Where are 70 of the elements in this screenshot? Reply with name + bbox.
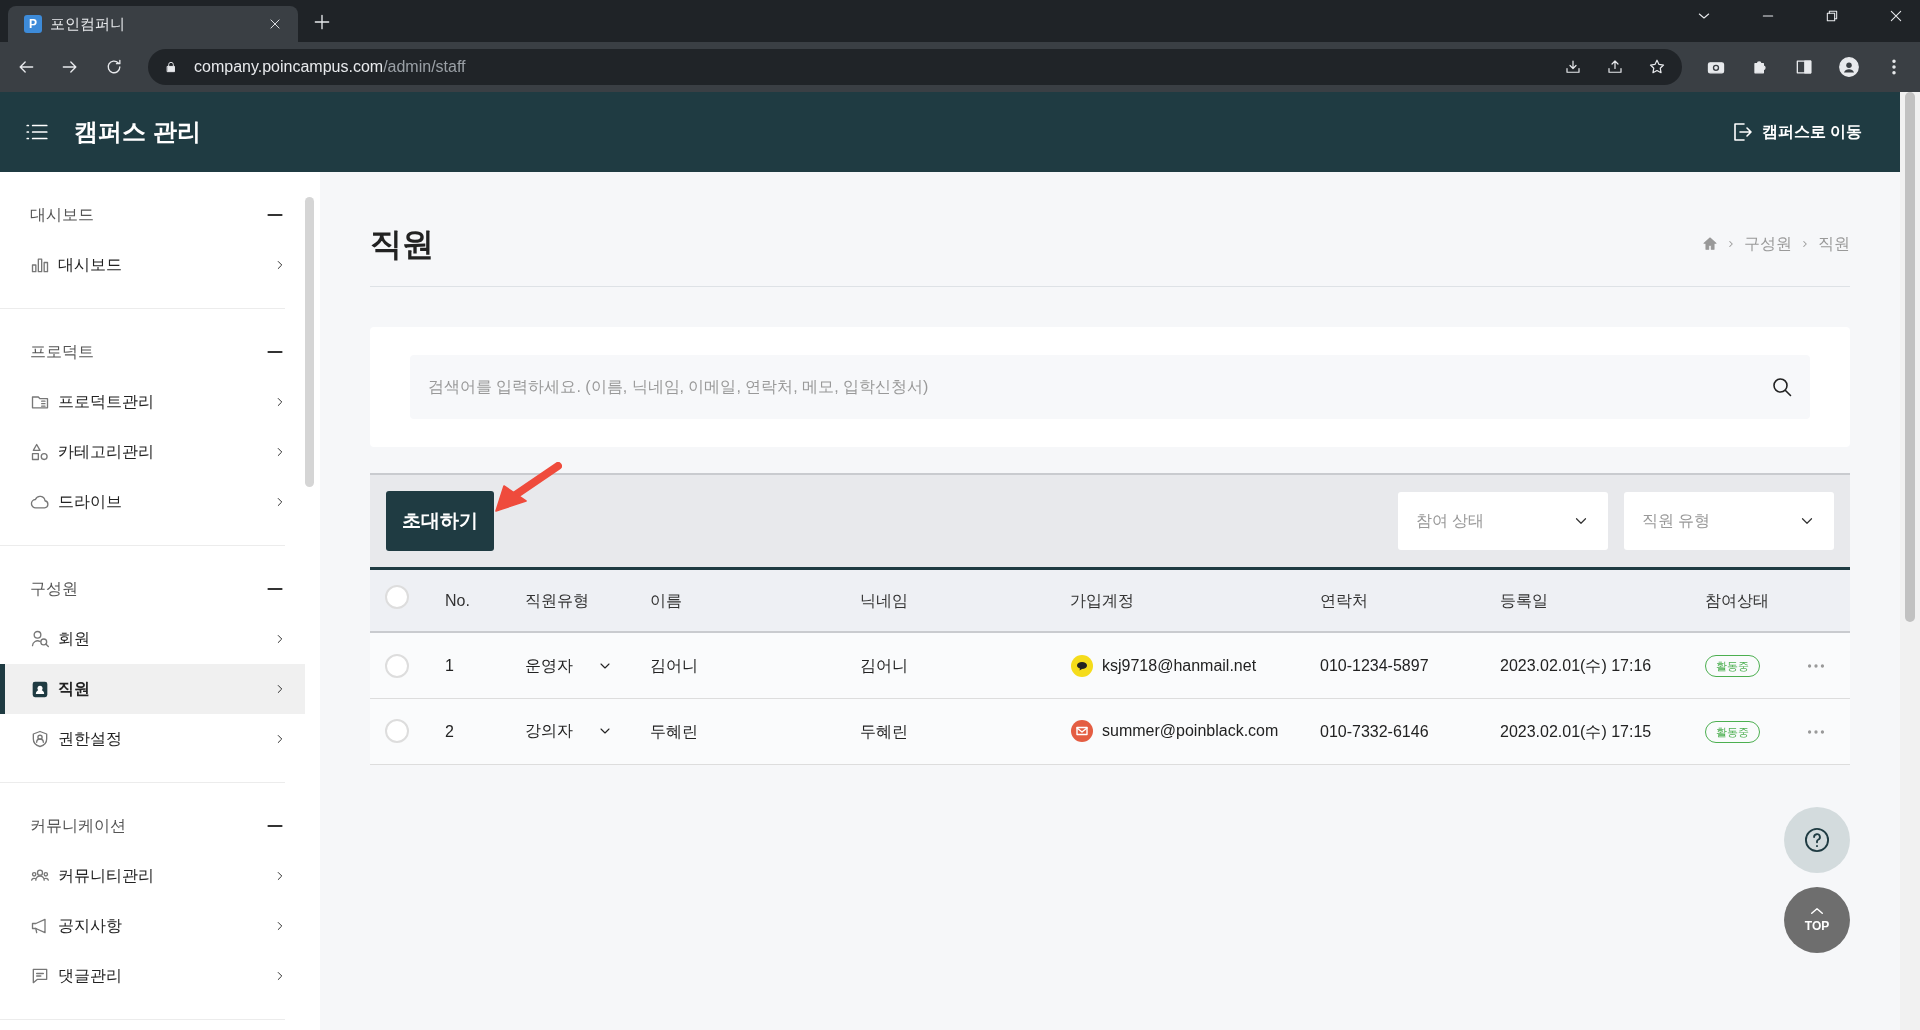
mail-icon bbox=[1070, 719, 1094, 744]
row-number: 2 bbox=[445, 722, 454, 740]
chevron-up-icon bbox=[1808, 905, 1826, 917]
scrollbar[interactable] bbox=[1905, 92, 1915, 622]
column-header: No. bbox=[445, 591, 470, 609]
favicon: P bbox=[24, 15, 42, 33]
close-icon[interactable] bbox=[1888, 8, 1904, 24]
checkbox[interactable] bbox=[385, 585, 409, 609]
checkbox[interactable] bbox=[385, 719, 409, 744]
column-header: 직원유형 bbox=[525, 591, 589, 609]
section-title: 커뮤니케이션 bbox=[30, 816, 126, 836]
column-header: 닉네임 bbox=[860, 591, 908, 609]
sidebar-item[interactable]: 회원 bbox=[0, 614, 305, 664]
row-number: 1 bbox=[445, 656, 454, 674]
column-header: 연락처 bbox=[1320, 591, 1368, 609]
column-header: 이름 bbox=[650, 591, 682, 609]
address-bar[interactable]: company.poincampus.com/admin/staff bbox=[148, 49, 1682, 85]
sidebar-item[interactable]: 대시보드 bbox=[0, 240, 305, 290]
section-title: 대시보드 bbox=[30, 205, 94, 225]
user-search-icon bbox=[30, 629, 50, 649]
sidebar-item[interactable]: 프로덕트관리 bbox=[0, 377, 305, 427]
comment-icon bbox=[30, 966, 50, 986]
sidebar-item[interactable]: 드라이브 bbox=[0, 477, 305, 527]
home-icon[interactable] bbox=[1702, 236, 1718, 252]
scrollbar[interactable] bbox=[305, 197, 314, 487]
section-title: 구성원 bbox=[30, 579, 78, 599]
chevron-right-icon bbox=[1800, 239, 1810, 249]
star-icon[interactable] bbox=[1648, 58, 1666, 76]
plus-icon[interactable] bbox=[312, 12, 332, 32]
table-cell: 010-7332-6146 bbox=[1320, 722, 1429, 740]
table-cell: 김어니 bbox=[860, 656, 908, 674]
question-icon bbox=[1803, 826, 1831, 854]
app-title: 캠퍼스 관리 bbox=[74, 117, 201, 147]
shield-icon bbox=[30, 729, 50, 749]
table-cell: 두혜린 bbox=[860, 722, 908, 740]
badge-icon bbox=[30, 679, 50, 699]
sidebar-item[interactable]: 공지사항 bbox=[0, 901, 305, 951]
profile-icon[interactable] bbox=[1838, 56, 1860, 78]
table-cell: 2023.02.01(수) 17:16 bbox=[1500, 656, 1652, 674]
close-icon[interactable] bbox=[268, 17, 282, 31]
lock-icon bbox=[164, 60, 178, 74]
share-icon[interactable] bbox=[1606, 58, 1624, 76]
table-cell-text: summer@poinblack.com bbox=[1102, 721, 1279, 742]
column-header: 가입계정 bbox=[1070, 591, 1134, 609]
restore-icon[interactable] bbox=[1824, 8, 1840, 24]
sidebar-item[interactable]: 카테고리관리 bbox=[0, 427, 305, 477]
section-title: 프로덕트 bbox=[30, 342, 94, 362]
sidebar-item[interactable]: 권한설정 bbox=[0, 714, 305, 764]
column-header: 참여상태 bbox=[1705, 591, 1769, 609]
top-button[interactable]: TOP bbox=[1784, 887, 1850, 953]
invite-button[interactable]: 초대하기 bbox=[386, 491, 494, 551]
sidebar-item[interactable]: 커뮤니티관리 bbox=[0, 851, 305, 901]
url-text: company.poincampus.com/admin/staff bbox=[194, 57, 466, 77]
campus-link[interactable]: 캠퍼스로 이동 bbox=[1723, 119, 1868, 145]
table-cell-text: ksj9718@hanmail.net bbox=[1102, 655, 1257, 676]
sidebar-item[interactable]: 댓글관리 bbox=[0, 951, 305, 1001]
chevron-right-icon bbox=[1726, 239, 1736, 249]
page-title: 직원 bbox=[370, 224, 434, 264]
column-header: 등록일 bbox=[1500, 591, 1548, 609]
checkbox[interactable] bbox=[385, 653, 409, 678]
chat-icon bbox=[1070, 653, 1094, 678]
download-icon[interactable] bbox=[1564, 58, 1582, 76]
sidebar-item[interactable]: 직원 bbox=[0, 664, 305, 714]
table-cell: 김어니 bbox=[650, 656, 698, 674]
browser-tab[interactable]: P 포인컴퍼니 bbox=[8, 6, 298, 42]
shapes-icon bbox=[30, 442, 50, 462]
table-cell: 2023.02.01(수) 17:15 bbox=[1500, 722, 1652, 740]
table-cell: 두혜린 bbox=[650, 722, 698, 740]
table-cell: 010-1234-5897 bbox=[1320, 656, 1429, 674]
search-icon[interactable] bbox=[1770, 375, 1794, 399]
